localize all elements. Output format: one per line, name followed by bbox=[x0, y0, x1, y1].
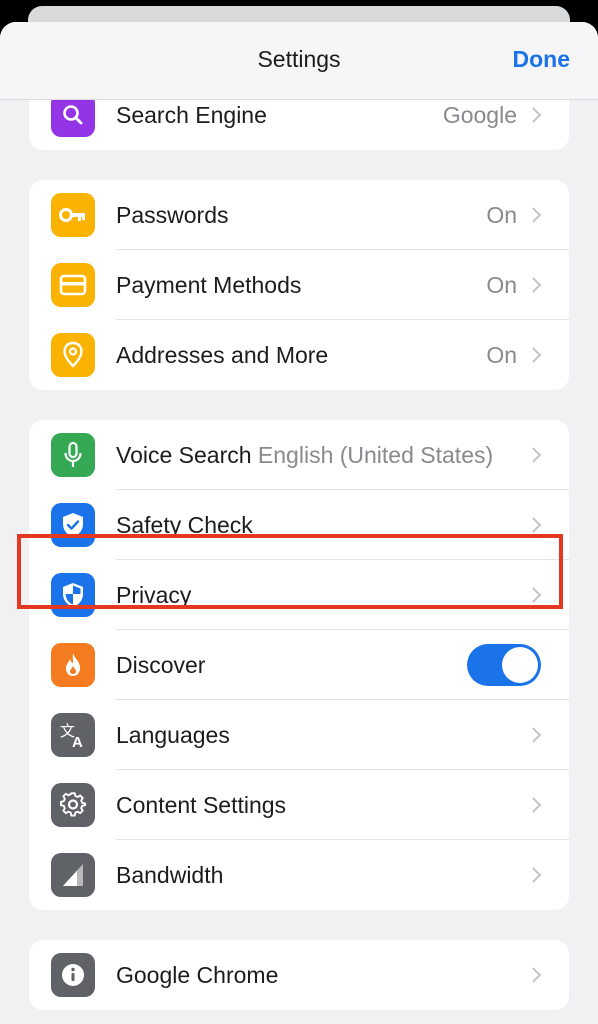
info-icon bbox=[51, 953, 95, 997]
row-value: Google bbox=[442, 101, 517, 128]
settings-sheet: Settings Done Search Engine Google Passw… bbox=[0, 22, 598, 1024]
page-title: Settings bbox=[257, 46, 341, 72]
row-label-wrapper: Voice Search English (United States) bbox=[116, 442, 493, 469]
row-value: On bbox=[486, 341, 517, 368]
chevron-right-icon bbox=[525, 587, 542, 603]
row-label: Discover bbox=[116, 651, 206, 678]
chevron-right-icon bbox=[525, 797, 542, 813]
translate-icon: 文A bbox=[51, 713, 95, 757]
row-value: On bbox=[486, 271, 517, 298]
settings-row-payment-methods[interactable]: Payment Methods On bbox=[29, 250, 569, 320]
row-label: Privacy bbox=[116, 581, 192, 608]
settings-row-google-chrome[interactable]: Google Chrome bbox=[29, 940, 569, 1010]
row-label: Passwords bbox=[116, 201, 229, 228]
toggle-knob bbox=[502, 647, 538, 683]
row-value: On bbox=[486, 201, 517, 228]
settings-row-privacy[interactable]: Privacy bbox=[29, 560, 569, 630]
svg-text:A: A bbox=[72, 734, 83, 749]
row-label: Content Settings bbox=[116, 791, 287, 818]
row-label: Search Engine bbox=[116, 101, 267, 128]
chevron-right-icon bbox=[525, 207, 542, 223]
gear-icon bbox=[51, 783, 95, 827]
general-settings-group: Voice Search English (United States) Saf… bbox=[29, 420, 569, 910]
settings-row-safety-check[interactable]: Safety Check bbox=[29, 490, 569, 560]
key-icon bbox=[51, 193, 95, 237]
row-label: Google Chrome bbox=[116, 961, 279, 988]
row-label: Voice Search bbox=[116, 441, 252, 468]
row-label: Addresses and More bbox=[116, 341, 329, 368]
navigation-bar: Settings Done bbox=[0, 22, 598, 100]
row-sublabel: English (United States) bbox=[257, 441, 494, 468]
row-label: Safety Check bbox=[116, 511, 253, 538]
done-button[interactable]: Done bbox=[513, 46, 571, 73]
microphone-icon bbox=[51, 433, 95, 477]
row-label: Bandwidth bbox=[116, 861, 224, 888]
settings-row-languages[interactable]: 文A Languages bbox=[29, 700, 569, 770]
chevron-right-icon bbox=[525, 107, 542, 123]
chevron-right-icon bbox=[525, 727, 542, 743]
chevron-right-icon bbox=[525, 967, 542, 983]
credit-card-icon bbox=[51, 263, 95, 307]
about-group: Google Chrome bbox=[29, 940, 569, 1010]
location-pin-icon bbox=[51, 333, 95, 377]
discover-toggle[interactable] bbox=[467, 644, 541, 686]
shield-check-icon bbox=[51, 503, 95, 547]
chevron-right-icon bbox=[525, 347, 542, 363]
autofill-group: Passwords On Payment Methods On Addresse… bbox=[29, 180, 569, 390]
settings-row-addresses[interactable]: Addresses and More On bbox=[29, 320, 569, 390]
row-label: Languages bbox=[116, 721, 230, 748]
chevron-right-icon bbox=[525, 277, 542, 293]
settings-row-bandwidth[interactable]: Bandwidth bbox=[29, 840, 569, 910]
settings-row-content-settings[interactable]: Content Settings bbox=[29, 770, 569, 840]
chevron-right-icon bbox=[525, 867, 542, 883]
settings-row-voice-search[interactable]: Voice Search English (United States) bbox=[29, 420, 569, 490]
settings-row-discover[interactable]: Discover bbox=[29, 630, 569, 700]
settings-row-passwords[interactable]: Passwords On bbox=[29, 180, 569, 250]
chevron-right-icon bbox=[525, 517, 542, 533]
signal-icon bbox=[51, 853, 95, 897]
privacy-shield-icon bbox=[51, 573, 95, 617]
chevron-right-icon bbox=[525, 447, 542, 463]
row-label: Payment Methods bbox=[116, 271, 302, 298]
flame-icon bbox=[51, 643, 95, 687]
